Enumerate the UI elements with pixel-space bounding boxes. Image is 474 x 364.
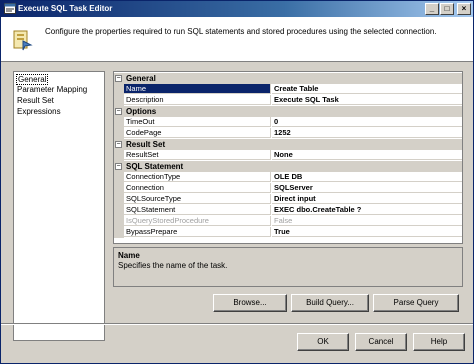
- property-value[interactable]: Direct input: [272, 194, 462, 204]
- property-description-panel: Name Specifies the name of the task.: [113, 247, 463, 287]
- parse-query-button[interactable]: Parse Query: [373, 294, 459, 312]
- category-label: SQL Statement: [126, 162, 184, 171]
- nav-item-expressions[interactable]: Expressions: [16, 107, 62, 116]
- row-gutter: [114, 172, 124, 183]
- window-title: Execute SQL Task Editor: [18, 4, 113, 13]
- property-name: Description: [124, 95, 271, 105]
- category-label: General: [126, 74, 156, 83]
- property-name: CodePage: [124, 128, 271, 138]
- task-icon: [4, 3, 16, 14]
- property-name: ConnectionType: [124, 172, 271, 182]
- ok-button[interactable]: OK: [297, 333, 349, 351]
- category-label: Options: [126, 107, 157, 116]
- cancel-button[interactable]: Cancel: [355, 333, 407, 351]
- property-name: Connection: [124, 183, 271, 193]
- title-bar[interactable]: Execute SQL Task Editor _ □ ×: [1, 1, 473, 17]
- property-name: ResultSet: [124, 150, 271, 160]
- row-gutter: [114, 150, 124, 161]
- row-gutter: [114, 128, 124, 139]
- property-value[interactable]: OLE DB: [272, 172, 462, 182]
- description-title: Name: [118, 251, 140, 260]
- row-gutter: [114, 227, 124, 238]
- property-value[interactable]: 1252: [272, 128, 462, 138]
- property-row-codepage[interactable]: CodePage 1252: [114, 128, 462, 139]
- header-panel: Configure the properties required to run…: [1, 17, 473, 62]
- collapse-icon[interactable]: −: [115, 141, 122, 148]
- property-row-isquerystoredprocedure: IsQueryStoredProcedure False: [114, 216, 462, 227]
- property-row-connectiontype[interactable]: ConnectionType OLE DB: [114, 172, 462, 183]
- row-gutter: [114, 183, 124, 194]
- description-text: Specifies the name of the task.: [118, 261, 228, 270]
- property-name: IsQueryStoredProcedure: [124, 216, 271, 226]
- property-name: SQLStatement: [124, 205, 271, 215]
- property-row-sqlstatement[interactable]: SQLStatement EXEC dbo.CreateTable ?: [114, 205, 462, 216]
- property-row-description[interactable]: Description Execute SQL Task: [114, 95, 462, 106]
- header-description: Configure the properties required to run…: [45, 27, 437, 36]
- minimize-button[interactable]: _: [425, 3, 439, 15]
- property-name: TimeOut: [124, 117, 271, 127]
- category-result-set[interactable]: − Result Set: [114, 139, 462, 150]
- property-name: Name: [124, 84, 271, 94]
- property-value[interactable]: True: [272, 227, 462, 237]
- property-value[interactable]: 0: [272, 117, 462, 127]
- category-general[interactable]: − General: [114, 73, 462, 84]
- category-sql-statement[interactable]: − SQL Statement: [114, 161, 462, 172]
- collapse-icon[interactable]: −: [115, 108, 122, 115]
- property-row-connection[interactable]: Connection SQLServer: [114, 183, 462, 194]
- nav-item-general[interactable]: General: [16, 74, 49, 85]
- page-navigation-list: General Parameter Mapping Result Set Exp…: [13, 71, 105, 341]
- row-gutter: [114, 194, 124, 205]
- property-name: SQLSourceType: [124, 194, 271, 204]
- row-gutter: [114, 117, 124, 128]
- browse-button[interactable]: Browse...: [213, 294, 287, 312]
- property-grid: − General Name Create Table Description …: [113, 71, 463, 244]
- property-row-timeout[interactable]: TimeOut 0: [114, 117, 462, 128]
- collapse-icon[interactable]: −: [115, 75, 122, 82]
- property-row-bypassprepare[interactable]: BypassPrepare True: [114, 227, 462, 238]
- build-query-button[interactable]: Build Query...: [291, 294, 369, 312]
- task-wizard-icon: [13, 30, 33, 51]
- footer-separator: [1, 323, 473, 325]
- close-button[interactable]: ×: [457, 3, 471, 15]
- nav-item-result-set[interactable]: Result Set: [16, 96, 55, 105]
- category-label: Result Set: [126, 140, 166, 149]
- property-value: False: [272, 216, 462, 226]
- execute-sql-task-editor-window: Execute SQL Task Editor _ □ × Configure …: [0, 0, 474, 364]
- help-button[interactable]: Help: [413, 333, 465, 351]
- property-value[interactable]: Execute SQL Task: [272, 95, 462, 105]
- category-options[interactable]: − Options: [114, 106, 462, 117]
- property-value[interactable]: SQLServer: [272, 183, 462, 193]
- row-gutter: [114, 205, 124, 216]
- row-gutter: [114, 84, 124, 95]
- row-gutter: [114, 95, 124, 106]
- property-value[interactable]: EXEC dbo.CreateTable ?: [272, 205, 462, 215]
- property-value[interactable]: None: [272, 150, 462, 160]
- property-row-resultset[interactable]: ResultSet None: [114, 150, 462, 161]
- property-name: BypassPrepare: [124, 227, 271, 237]
- row-gutter: [114, 216, 124, 227]
- property-row-sqlsourcetype[interactable]: SQLSourceType Direct input: [114, 194, 462, 205]
- collapse-icon[interactable]: −: [115, 163, 122, 170]
- nav-item-parameter-mapping[interactable]: Parameter Mapping: [16, 85, 88, 94]
- maximize-button[interactable]: □: [440, 3, 454, 15]
- property-value[interactable]: Create Table: [272, 84, 462, 94]
- property-row-name[interactable]: Name Create Table: [114, 84, 462, 95]
